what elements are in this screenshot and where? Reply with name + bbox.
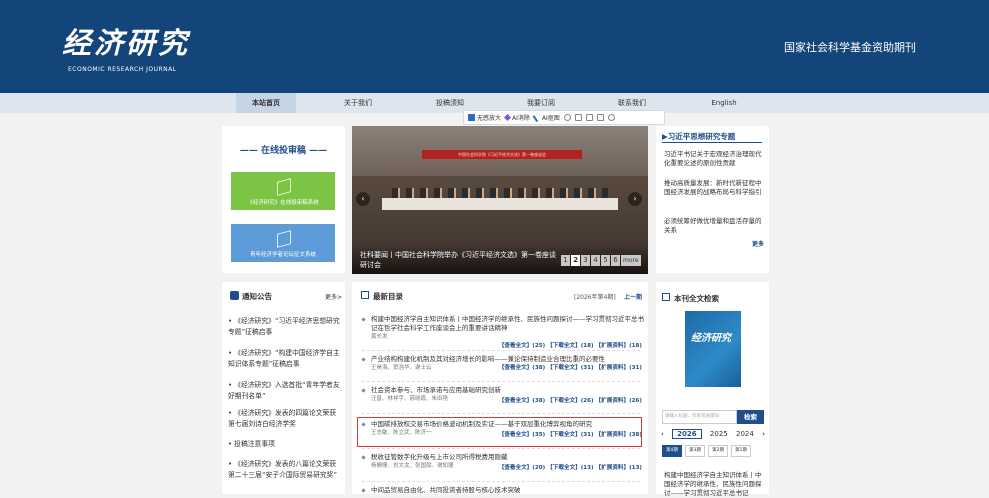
article-links[interactable]: 【查看全文】(38) 【下载全文】(31) 【扩展资料】(31) xyxy=(499,363,642,371)
year-prev-icon[interactable]: ‹ xyxy=(661,430,664,438)
previous-issue-link[interactable]: 上一期 xyxy=(624,292,642,301)
cover-title: 经济研究 xyxy=(691,333,731,344)
carousel-next-arrow-icon[interactable]: › xyxy=(628,192,642,206)
online-submission-title: —— 在线投审稿 —— xyxy=(239,146,328,156)
article-item: 税收征管数字化升级与上市公司所得税费用隐藏 杨姗姗、刘文龙、张国斌、谢知捷 【查… xyxy=(360,453,644,471)
issue-option[interactable]: 第4期 xyxy=(662,445,682,457)
search-button[interactable]: 检索 xyxy=(737,410,764,424)
carousel-page[interactable]: 2 xyxy=(571,255,580,266)
catalog-icon xyxy=(361,291,369,299)
xi-section-title[interactable]: ▶习近平思想研究专题 xyxy=(662,131,735,142)
magnify-button[interactable]: 无感放大 xyxy=(468,113,501,122)
latest-issue-title: 最新目录 xyxy=(373,292,403,301)
notice-item[interactable]: • 投稿注意事项 xyxy=(228,439,342,450)
download-icon[interactable] xyxy=(596,114,604,121)
latest-issue-panel: 最新目录 [2026年第4期] 上一期 构建中国经济学自主知识体系丨中国经济学的… xyxy=(352,282,648,494)
megaphone-icon xyxy=(230,291,239,300)
eraser-icon xyxy=(503,113,512,122)
divider xyxy=(362,448,640,450)
year-option[interactable]: 2025 xyxy=(710,430,728,438)
xi-item[interactable]: 习近平书记关于宏观经济治理现代化重要论述的原创性贡献 xyxy=(664,150,764,168)
carousel-page[interactable]: 6 xyxy=(611,255,620,266)
header-tagline: 国家社会科学基金资助期刊 xyxy=(784,41,916,54)
crop-icon[interactable] xyxy=(585,114,593,121)
article-title[interactable]: 构建中国经济学自主知识体系丨中国经济学的继承性、民族性问题探讨——学习贯彻习近平… xyxy=(360,315,644,333)
nav-about[interactable]: 关于我们 xyxy=(328,93,388,113)
nav-english[interactable]: English xyxy=(694,93,754,113)
divider xyxy=(362,481,640,483)
divider xyxy=(362,350,640,352)
highlight-box xyxy=(357,417,642,447)
article-authors: 黄长发 xyxy=(371,334,388,340)
full-text-search-panel: 本刊全文检索 经济研究 请输入标题、作者或关键词 检索 ‹ 2026 2025 … xyxy=(656,282,769,497)
logo-subtitle: ECONOMIC RESEARCH JOURNAL xyxy=(68,66,177,73)
article-item: 构建中国经济学自主知识体系丨中国经济学的继承性、民族性问题探讨——学习贯彻习近平… xyxy=(360,315,644,349)
book-icon xyxy=(662,293,670,301)
notice-panel: 通知公告 更多> • 《经济研究》“习近平经济思想研究专题”征稿启事 • 《经济… xyxy=(222,282,345,494)
issue-option[interactable]: 第3期 xyxy=(685,445,705,457)
divider xyxy=(362,381,640,383)
issue-label: [2026年第4期] xyxy=(574,294,616,301)
settings-icon[interactable] xyxy=(607,114,615,121)
magnify-icon xyxy=(468,114,475,121)
journal-cover[interactable]: 经济研究 xyxy=(685,311,741,387)
pin-icon[interactable] xyxy=(563,114,571,121)
xi-item[interactable]: 推动高质量发展：新时代新征程中国经济发展的战略布局与科学指引 xyxy=(664,179,764,197)
notice-more-link[interactable]: 更多> xyxy=(325,292,342,301)
notice-title: 通知公告 xyxy=(242,292,272,301)
article-links[interactable]: 【查看全文】(20) 【下载全文】(13) 【扩展资料】(13) xyxy=(499,463,642,471)
year-next-icon[interactable]: › xyxy=(762,430,765,438)
site-header: 经济研究 ECONOMIC RESEARCH JOURNAL 国家社会科学基金资… xyxy=(0,0,989,93)
document-icon xyxy=(277,230,291,248)
notice-item[interactable]: • 《经济研究》入选首批“青年学者友好期刊名单” xyxy=(228,380,342,402)
article-title[interactable]: 社会资本参与、市场承诺与应用基础研究创新 xyxy=(360,386,644,395)
notice-item[interactable]: • 《经济研究》发表的八篇论文荣获第二十三届“安子介国际贸易研究奖” xyxy=(228,459,342,481)
divider xyxy=(362,413,640,415)
year-option[interactable]: 2024 xyxy=(736,430,754,438)
article-links[interactable]: 【查看全文】(38) 【下载全文】(26) 【扩展资料】(26) xyxy=(499,396,642,404)
image-icon[interactable] xyxy=(574,114,582,121)
xi-thought-panel: ▶习近平思想研究专题 习近平书记关于宏观经济治理现代化重要论述的原创性贡献 推动… xyxy=(656,126,769,273)
journal-submission-button[interactable]: 《经济研究》在线投审稿系统 xyxy=(231,172,335,210)
logo-title: 经济研究 xyxy=(62,26,191,60)
article-links[interactable]: 【查看全文】(25) 【下载全文】(18) 【扩展资料】(18) xyxy=(499,341,642,349)
divider xyxy=(662,142,762,143)
article-item: 社会资本参与、市场承诺与应用基础研究创新 汪普、林祥宇、慈晓霞、朱田艳 【查看全… xyxy=(360,386,644,404)
issue-option[interactable]: 第2期 xyxy=(708,445,728,457)
wand-icon xyxy=(532,112,542,123)
search-input[interactable]: 请输入标题、作者或关键词 xyxy=(662,410,737,424)
notice-item[interactable]: • 《经济研究》“构建中国经济学自主知识体系专题”征稿启事 xyxy=(228,348,342,370)
issue-selector: 第4期 第3期 第2期 第1期 xyxy=(662,445,751,457)
notice-item[interactable]: • 《经济研究》“习近平经济思想研究专题”征稿启事 xyxy=(228,316,342,338)
article-item: 产业结构构建化机制及其对经济增长的影响——兼论保持制造业合理比重的必要性 王昊海… xyxy=(360,355,644,372)
notice-item[interactable]: • 《经济研究》发表的四篇论文荣获第七届刘诗白经济学奖 xyxy=(228,408,342,430)
article-title[interactable]: 税收征管数字化升级与上市公司所得税费用隐藏 xyxy=(360,453,644,462)
document-icon xyxy=(277,178,291,196)
carousel-prev-arrow-icon[interactable]: ‹ xyxy=(356,192,370,206)
site-logo[interactable]: 经济研究 ECONOMIC RESEARCH JOURNAL xyxy=(62,20,190,73)
carousel-photo-people xyxy=(392,188,608,198)
xi-more-link[interactable]: 更多 xyxy=(752,239,985,248)
carousel-photo-table xyxy=(382,198,618,210)
carousel-photo-banner: 中国社会科学院《习近平经济文选》第一卷座谈会 xyxy=(422,150,582,159)
young-scholar-submission-button[interactable]: 青年经济学者论坛征文系统 xyxy=(231,224,335,262)
year-selector: ‹ 2026 2025 2024 › xyxy=(661,428,765,440)
xi-item[interactable]: 必须统筹好做优增量和盘活存量的关系 xyxy=(664,217,764,235)
ai-cutout-button[interactable]: AI抠图 xyxy=(532,112,560,123)
carousel-more-link[interactable]: more xyxy=(621,255,641,266)
carousel-page[interactable]: 4 xyxy=(591,255,600,266)
carousel-caption[interactable]: 社科要闻丨中国社会科学院举办《习近平经济文选》第一卷座谈研讨会 xyxy=(360,250,560,270)
carousel-page[interactable]: 1 xyxy=(561,255,570,266)
nav-home[interactable]: 本站首页 xyxy=(236,93,296,113)
search-title: 本刊全文检索 xyxy=(674,294,719,303)
carousel-page[interactable]: 3 xyxy=(581,255,590,266)
news-carousel[interactable]: 中国社会科学院《习近平经济文选》第一卷座谈会 ‹ › 社科要闻丨中国社会科学院举… xyxy=(352,126,648,274)
carousel-pagination: 1 2 3 4 5 6 more xyxy=(561,255,641,266)
image-toolbar: 无感放大 AI消除 AI抠图 xyxy=(463,110,665,125)
carousel-page[interactable]: 5 xyxy=(601,255,610,266)
ai-eraser-button[interactable]: AI消除 xyxy=(503,113,530,122)
year-option[interactable]: 2026 xyxy=(672,429,702,439)
issue-option[interactable]: 第1期 xyxy=(731,445,751,457)
